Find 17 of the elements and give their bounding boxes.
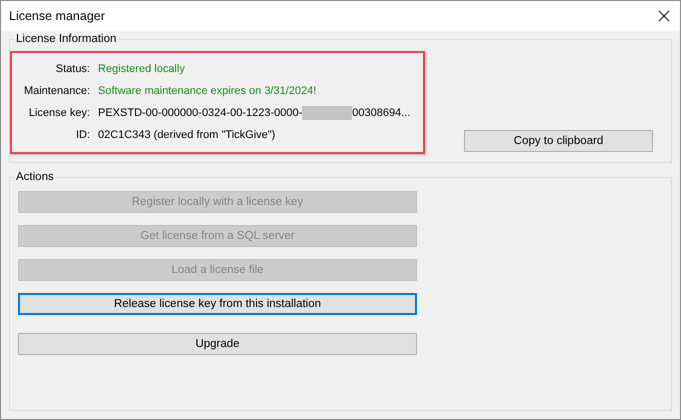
- action-button[interactable]: Release license key from this installation: [18, 293, 417, 315]
- field-value: Registered locally: [98, 63, 186, 75]
- field-label: Status:: [54, 63, 90, 75]
- field-label: Maintenance:: [22, 85, 90, 97]
- action-button[interactable]: Upgrade: [18, 333, 417, 355]
- field-value: Software maintenance expires on 3/31/2024!: [98, 85, 318, 97]
- redaction-block: [302, 106, 352, 120]
- field-value: PEXSTD-00-000000-0324-00-1223-0000-: [98, 107, 302, 119]
- group-title: Actions: [15, 171, 55, 183]
- field-value: 00308694...: [352, 107, 410, 119]
- field-value: 02C1C343 (derived from "TickGive"): [98, 129, 276, 141]
- field-label: License key:: [28, 107, 90, 119]
- field-label: ID:: [74, 129, 90, 141]
- copy-button[interactable]: Copy to clipboard: [464, 130, 653, 152]
- group-title: License Information: [15, 33, 118, 45]
- close-icon[interactable]: [658, 10, 670, 22]
- window-title: License manager: [9, 9, 105, 23]
